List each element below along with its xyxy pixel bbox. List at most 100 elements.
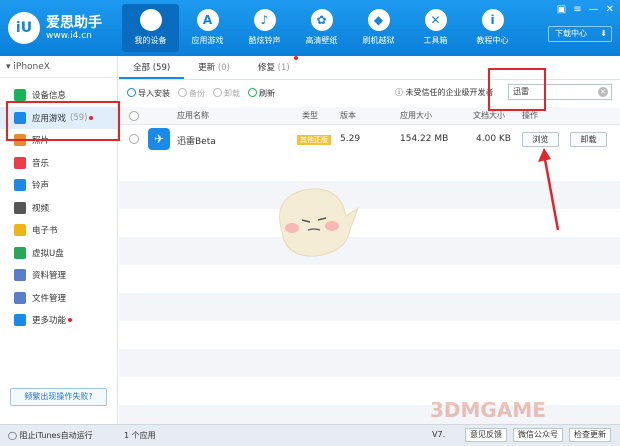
logo-url: www.i4.cn xyxy=(46,31,92,41)
select-all-checkbox[interactable] xyxy=(129,111,139,121)
backup-icon xyxy=(178,87,187,97)
tab-all[interactable]: 全部 (59) xyxy=(119,56,185,79)
nav-label: 我的设备 xyxy=(134,36,167,45)
skin-icon[interactable]: ▣ xyxy=(557,4,566,15)
mascot-illustration xyxy=(279,188,359,257)
sidebar-item[interactable]: 电子书 xyxy=(0,219,117,242)
nav-item[interactable]: ✿ 高清壁纸 xyxy=(293,4,350,52)
minimize-icon[interactable]: — xyxy=(589,4,599,15)
col-size: 应用大小 xyxy=(400,111,432,120)
col-name: 应用名称 xyxy=(177,111,209,120)
doc-size: 4.00 KB xyxy=(476,134,511,144)
music-icon xyxy=(14,156,26,169)
info-icon xyxy=(14,89,26,102)
box-icon: ◆ xyxy=(367,9,390,31)
import-label: 导入安装 xyxy=(138,88,170,98)
nav-item[interactable]: A 应用游戏 xyxy=(179,4,236,52)
toggle-circle-icon: ◯ xyxy=(8,431,20,440)
nav-label: 教程中心 xyxy=(476,36,509,45)
backup-button[interactable]: 备份 xyxy=(178,87,205,99)
window-controls: ▣ ≡ — ✕ xyxy=(557,4,614,15)
uninstall-toolbar-button[interactable]: 卸载 xyxy=(213,87,240,99)
row-checkbox[interactable] xyxy=(129,134,139,144)
bell-icon xyxy=(14,179,26,192)
nav-label: 酷炫铃声 xyxy=(248,36,281,45)
block-itunes-label: 阻止iTunes自动运行 xyxy=(19,431,93,440)
sidebar-item-label: 音乐 xyxy=(32,158,50,169)
logo-icon: iU xyxy=(8,12,40,44)
nav-item[interactable]: ◆ 刷机越狱 xyxy=(350,4,407,52)
sidebar-item[interactable]: 铃声 xyxy=(0,174,117,197)
download-icon: ⬇ xyxy=(600,29,607,38)
bell-icon: ♪ xyxy=(253,9,276,31)
folder-icon xyxy=(14,291,26,304)
usb-icon xyxy=(14,246,26,259)
download-center-button[interactable]: 下载中心 ⬇ xyxy=(548,26,612,42)
sidebar-item[interactable]: 文件管理 xyxy=(0,287,117,310)
sidebar-item-label: 设备信息 xyxy=(32,91,67,102)
video-icon xyxy=(14,201,26,214)
app-version: 5.29 xyxy=(340,134,361,144)
version-text: V7. xyxy=(432,430,446,439)
tab-update[interactable]: 更新 (0) xyxy=(184,56,244,79)
apple-icon xyxy=(139,9,162,31)
sidebar-item[interactable]: 更多功能 xyxy=(0,309,117,332)
tools-icon: ✕ xyxy=(424,9,447,31)
sidebar-item-label: 视频 xyxy=(32,203,50,214)
info-icon: i xyxy=(481,9,504,31)
contacts-icon xyxy=(14,269,26,282)
annotation-box-search xyxy=(488,68,546,111)
download-center-label: 下载中心 xyxy=(555,29,587,38)
tab-repair-label: 修复 xyxy=(257,63,275,73)
tab-update-count: (0) xyxy=(217,63,230,73)
import-install-button[interactable]: 导入安装 xyxy=(127,87,170,99)
sidebar-item[interactable]: 音乐 xyxy=(0,152,117,175)
wechat-button[interactable]: 微信公众号 xyxy=(513,428,563,442)
close-icon[interactable]: ✕ xyxy=(606,4,614,15)
feedback-button[interactable]: 意见反馈 xyxy=(465,428,507,442)
tab-repair[interactable]: 修复 (1) xyxy=(244,56,312,79)
uninstall-button[interactable]: 卸载 xyxy=(570,132,607,147)
tab-all-count: (59) xyxy=(152,63,171,73)
logo-title: 爱思助手 xyxy=(46,15,102,31)
menu-icon[interactable]: ≡ xyxy=(573,4,581,15)
nav-item[interactable]: i 教程中心 xyxy=(464,4,521,52)
refresh-button[interactable]: 刷新 xyxy=(248,87,275,99)
refresh-icon xyxy=(248,87,257,97)
annotation-arrow xyxy=(538,148,560,231)
import-icon xyxy=(127,87,136,97)
sidebar-item[interactable]: 资料管理 xyxy=(0,264,117,287)
help-button[interactable]: 频繁出现操作失败? xyxy=(10,388,107,406)
app-count: 1 个应用 xyxy=(124,431,156,440)
check-update-button[interactable]: 检查更新 xyxy=(569,428,611,442)
clear-icon[interactable]: ✕ xyxy=(598,87,608,97)
tab-update-label: 更新 xyxy=(198,63,216,73)
empty-row xyxy=(119,293,620,321)
device-name: iPhoneX xyxy=(13,62,50,72)
col-type: 类型 xyxy=(302,111,318,120)
nav-label: 工具箱 xyxy=(423,36,448,45)
browse-button[interactable]: 浏览 xyxy=(522,132,559,147)
sidebar-item[interactable]: 视频 xyxy=(0,197,117,220)
main-panel: 全部 (59) 更新 (0) 修复 (1) 导入安装 备份 卸载 刷新 ⓘ 未受… xyxy=(119,56,620,424)
nav-item[interactable]: ✕ 工具箱 xyxy=(407,4,464,52)
sidebar-item-label: 文件管理 xyxy=(32,293,67,304)
app-size: 154.22 MB xyxy=(400,134,449,144)
sidebar-item-label: 资料管理 xyxy=(32,271,67,282)
nav-item[interactable]: ♪ 酷炫铃声 xyxy=(236,4,293,52)
more-icon xyxy=(14,314,26,327)
block-itunes-toggle[interactable]: ◯ 阻止iTunes自动运行 xyxy=(8,430,93,441)
sidebar-item-label: 更多功能 xyxy=(32,316,67,327)
trash-icon xyxy=(213,87,222,97)
main-nav: 我的设备 A 应用游戏 ♪ 酷炫铃声 ✿ 高清壁纸 ◆ 刷机越狱 ✕ 工具箱 i 教程中心 xyxy=(122,4,521,52)
sidebar-item-label: 虚拟U盘 xyxy=(32,248,64,259)
sidebar-item[interactable]: 虚拟U盘 xyxy=(0,242,117,265)
status-bar: ◯ 阻止iTunes自动运行 1 个应用 V7. 意见反馈 微信公众号 检查更新 xyxy=(0,424,620,446)
sidebar-item-label: 电子书 xyxy=(32,226,58,237)
device-selector[interactable]: ▾ iPhoneX xyxy=(0,56,117,78)
title-bar: iU 爱思助手 www.i4.cn 我的设备 A 应用游戏 ♪ 酷炫铃声 ✿ 高清壁纸 ◆ 刷机… xyxy=(0,0,620,56)
nav-item[interactable]: 我的设备 xyxy=(122,4,179,52)
backup-label: 备份 xyxy=(189,88,205,98)
untrusted-developer-link[interactable]: ⓘ 未受信任的企业级开发者 xyxy=(395,87,494,98)
notification-dot xyxy=(68,318,73,323)
